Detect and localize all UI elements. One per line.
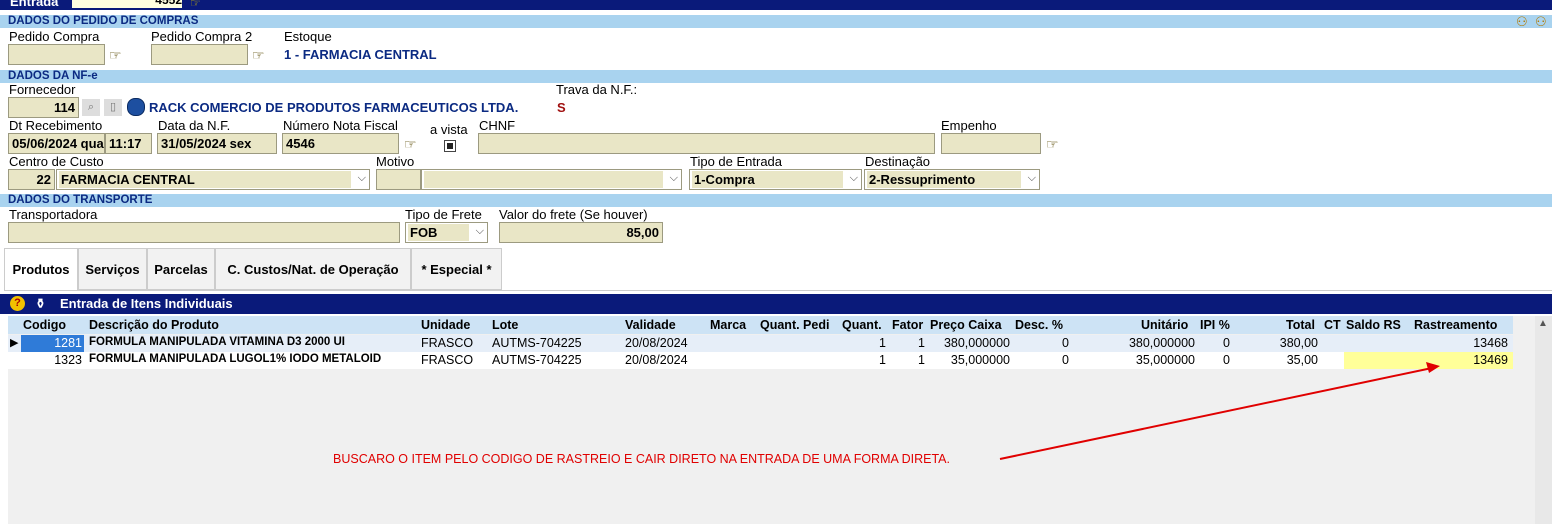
annotation-text: BUSCARO O ITEM PELO CODIGO DE RASTREIO E… bbox=[333, 452, 950, 466]
annotation-arrow bbox=[999, 362, 1440, 460]
